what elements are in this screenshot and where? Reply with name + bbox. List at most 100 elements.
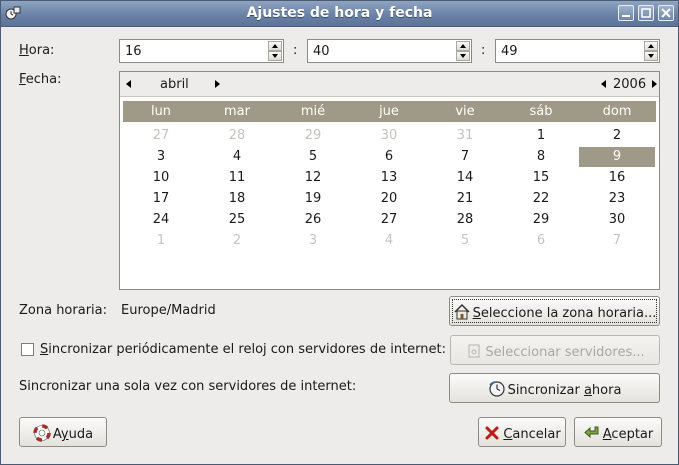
help-label-post: uda: [68, 427, 94, 442]
calendar-day[interactable]: 3: [123, 147, 199, 167]
select-timezone-button[interactable]: Seleccione la zona horaria...: [449, 296, 660, 326]
calendar-day-other-month[interactable]: 3: [275, 231, 351, 251]
seconds-down-arrow-icon[interactable]: [644, 51, 658, 61]
calendar-day[interactable]: 22: [503, 189, 579, 209]
time-label: Hora:: [19, 43, 54, 58]
dialog-window: Ajustes de hora y fecha Hora: 16 : 40 : …: [0, 0, 679, 465]
house-icon: [454, 303, 470, 320]
calendar-day-selected[interactable]: 9: [579, 147, 655, 167]
periodic-sync-label-rest: incronizar periódicamente el reloj con s…: [48, 342, 446, 357]
calendar-day[interactable]: 26: [275, 210, 351, 230]
calendar-day[interactable]: 12: [275, 168, 351, 188]
calendar-day[interactable]: 1: [503, 126, 579, 146]
timezone-label: Zona horaria:: [19, 303, 108, 318]
time-label-rest: ora:: [28, 43, 55, 58]
hours-value[interactable]: 16: [125, 44, 142, 59]
sync-now-button[interactable]: Sincronizar ahora: [449, 373, 660, 403]
seconds-value[interactable]: 49: [501, 44, 518, 59]
date-label: Fecha:: [19, 72, 62, 87]
cancel-label: ancelar: [512, 427, 561, 442]
accept-arrow-icon: [584, 426, 599, 439]
calendar-day[interactable]: 30: [579, 210, 655, 230]
calendar-day[interactable]: 17: [123, 189, 199, 209]
weekday-label: jue: [379, 104, 399, 119]
seconds-spinbutton[interactable]: 49: [495, 39, 660, 63]
calendar-day[interactable]: 14: [427, 168, 503, 188]
calendar-day-other-month[interactable]: 30: [351, 126, 427, 146]
calendar-header: abril 2006: [120, 72, 659, 97]
clock-sync-icon: [488, 381, 505, 397]
calendar-day-other-month[interactable]: 1: [123, 231, 199, 251]
calendar-day-other-month[interactable]: 2: [199, 231, 275, 251]
weekday-label: lun: [150, 104, 172, 119]
hours-spinbutton[interactable]: 16: [119, 39, 284, 63]
weekday-label: vie: [455, 104, 475, 119]
calendar-day[interactable]: 13: [351, 168, 427, 188]
calendar-day[interactable]: 25: [199, 210, 275, 230]
calendar-day-other-month[interactable]: 29: [275, 126, 351, 146]
select-servers-label: Seleccionar servidores...: [485, 345, 645, 360]
calendar-day-other-month[interactable]: 7: [579, 231, 655, 251]
minutes-spinbutton[interactable]: 40: [307, 39, 472, 63]
calendar-day-other-month[interactable]: 27: [123, 126, 199, 146]
minutes-down-arrow-icon[interactable]: [456, 51, 470, 61]
calendar-day[interactable]: 21: [427, 189, 503, 209]
calendar-day-other-month[interactable]: 28: [199, 126, 275, 146]
prev-year-arrow-icon[interactable]: [601, 80, 606, 88]
select-timezone-label: eleccione la zona horaria...: [480, 306, 657, 321]
calendar-day[interactable]: 2: [579, 126, 655, 146]
maximize-icon[interactable]: [638, 5, 654, 21]
calendar-day-other-month[interactable]: 4: [351, 231, 427, 251]
calendar-day[interactable]: 7: [427, 147, 503, 167]
calendar-day-other-month[interactable]: 31: [427, 126, 503, 146]
calendar-day[interactable]: 19: [275, 189, 351, 209]
minimize-icon[interactable]: [618, 5, 634, 21]
help-button[interactable]: Ayuda: [19, 417, 107, 447]
periodic-sync-label[interactable]: Sincronizar periódicamente el reloj con …: [40, 342, 446, 357]
weekday-label: mié: [300, 104, 326, 119]
calendar-day[interactable]: 23: [579, 189, 655, 209]
time-separator: :: [293, 43, 298, 58]
weekday-header: lun mar mié jue vie sáb dom: [123, 101, 656, 122]
calendar-day[interactable]: 27: [351, 210, 427, 230]
minutes-value[interactable]: 40: [313, 44, 330, 59]
calendar-day[interactable]: 18: [199, 189, 275, 209]
next-month-arrow-icon[interactable]: [215, 80, 220, 88]
calendar-day-other-month[interactable]: 5: [427, 231, 503, 251]
calendar-year: 2006: [613, 77, 647, 92]
calendar-day[interactable]: 15: [503, 168, 579, 188]
calendar-day[interactable]: 5: [275, 147, 351, 167]
weekday-label: sáb: [529, 104, 553, 119]
select-timezone-mnemonic: S: [472, 306, 481, 321]
calendar-day[interactable]: 28: [427, 210, 503, 230]
calendar-day[interactable]: 10: [123, 168, 199, 188]
cancel-x-icon: [485, 426, 499, 440]
cancel-button[interactable]: Cancelar: [478, 417, 566, 447]
calendar-day[interactable]: 24: [123, 210, 199, 230]
calendar-day[interactable]: 8: [503, 147, 579, 167]
calendar-day[interactable]: 11: [199, 168, 275, 188]
time-separator: :: [481, 43, 486, 58]
close-icon[interactable]: [658, 5, 674, 21]
accept-button[interactable]: Aceptar: [574, 417, 662, 447]
minutes-up-arrow-icon[interactable]: [456, 41, 470, 51]
sync-now-mnemonic: a: [583, 383, 592, 398]
prev-month-arrow-icon[interactable]: [126, 80, 131, 88]
next-year-arrow-icon[interactable]: [652, 80, 657, 88]
seconds-up-arrow-icon[interactable]: [644, 41, 658, 51]
title-bar[interactable]: Ajustes de hora y fecha: [1, 1, 678, 27]
calendar-day[interactable]: 29: [503, 210, 579, 230]
calendar-day[interactable]: 4: [199, 147, 275, 167]
periodic-sync-checkbox[interactable]: [21, 343, 34, 356]
hours-down-arrow-icon[interactable]: [268, 51, 282, 61]
calendar-day-other-month[interactable]: 6: [503, 231, 579, 251]
date-label-mnemonic: F: [19, 72, 26, 87]
weekday-label: dom: [602, 104, 632, 119]
select-servers-button[interactable]: Seleccionar servidores...: [450, 335, 660, 365]
calendar[interactable]: abril 2006 lun mar mié jue vie sáb dom 27 28 29 3…: [119, 71, 660, 290]
calendar-day[interactable]: 16: [579, 168, 655, 188]
lifebuoy-help-icon: [33, 424, 51, 442]
calendar-day[interactable]: 20: [351, 189, 427, 209]
calendar-day[interactable]: 6: [351, 147, 427, 167]
hours-up-arrow-icon[interactable]: [268, 41, 282, 51]
